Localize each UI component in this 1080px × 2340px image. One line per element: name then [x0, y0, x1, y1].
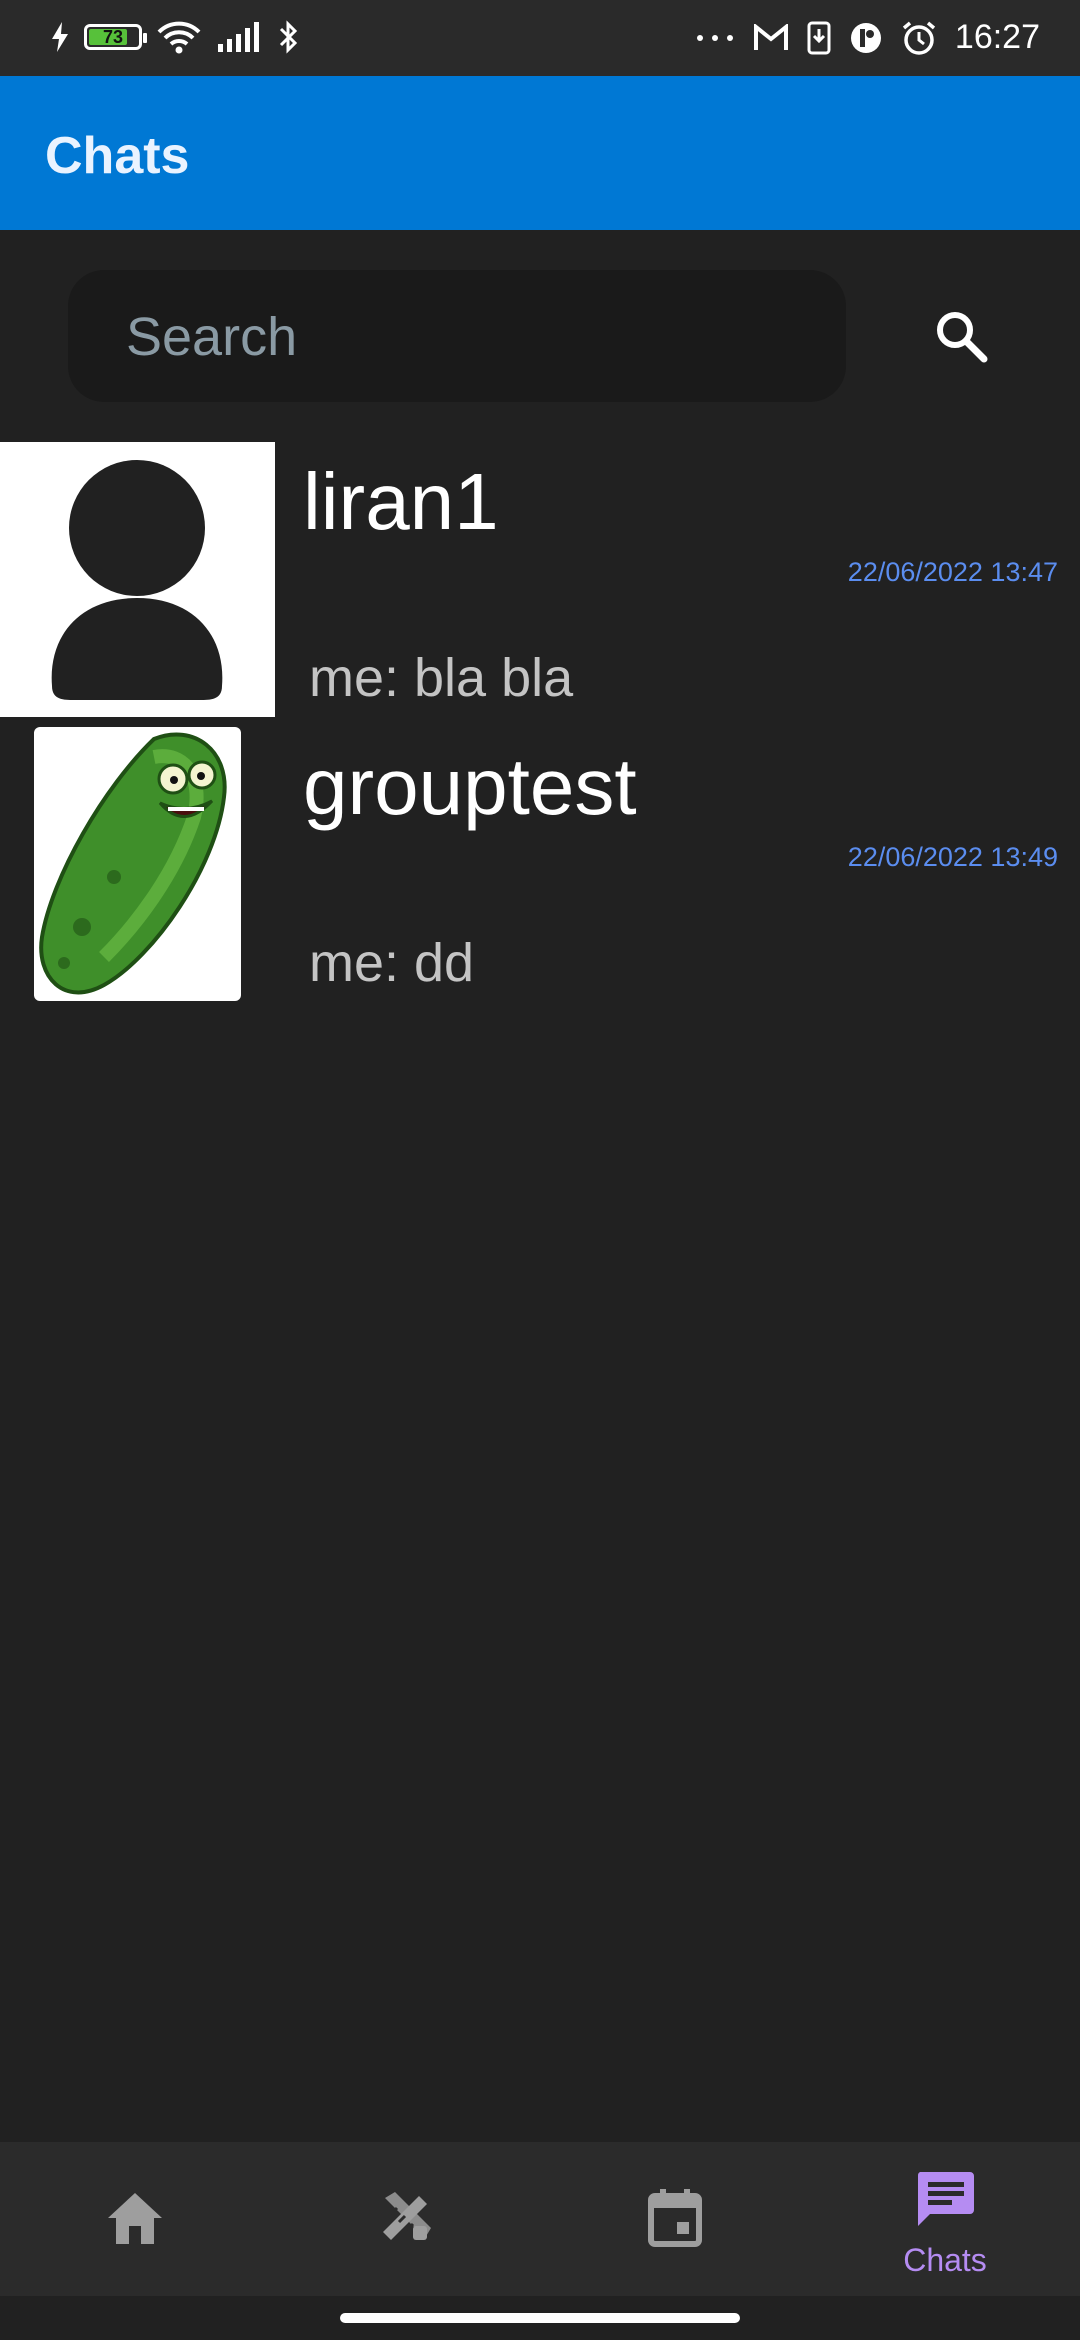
- bottom-nav: Chats: [0, 2142, 1080, 2296]
- avatar: [0, 442, 275, 717]
- home-icon: [108, 2193, 162, 2244]
- cellular-signal-icon: [218, 22, 259, 52]
- gmail-icon: [753, 23, 788, 50]
- chat-last-message: me: bla bla: [309, 648, 574, 708]
- app-bar: Chats: [0, 76, 1080, 230]
- chat-item-grouptest[interactable]: grouptest 22/06/2022 13:49 me: dd: [0, 727, 1080, 1013]
- chat-item-liran1[interactable]: liran1 22/06/2022 13:47 me: bla bla: [0, 442, 1080, 728]
- tools-icon: [383, 2192, 431, 2240]
- clock: 16:27: [954, 18, 1040, 56]
- search-box[interactable]: [68, 270, 846, 404]
- chat-name: liran1: [303, 457, 499, 546]
- page-title: Chats: [45, 127, 190, 185]
- status-left: 73: [50, 20, 300, 54]
- battery-level: 73: [102, 26, 124, 47]
- chat-timestamp: 22/06/2022 13:49: [847, 842, 1058, 872]
- more-dots-icon: [696, 34, 733, 41]
- chat-last-message: me: dd: [309, 933, 475, 993]
- nav-label-chats: Chats: [903, 2242, 987, 2278]
- status-bar: 73 16:27: [0, 0, 1080, 76]
- chat-timestamp: 22/06/2022 13:47: [847, 557, 1058, 587]
- search-input[interactable]: [124, 270, 808, 404]
- pickle-avatar-icon: [39, 732, 227, 995]
- bluetooth-icon: [279, 20, 298, 54]
- download-icon: [807, 21, 831, 54]
- chat-icon: [917, 2172, 974, 2226]
- nav-item-chats[interactable]: Chats: [810, 2142, 1080, 2296]
- nav-item-tools[interactable]: [270, 2142, 540, 2296]
- home-indicator[interactable]: [340, 2313, 740, 2323]
- nav-item-calendar[interactable]: [540, 2142, 810, 2296]
- nav-item-home[interactable]: [0, 2142, 270, 2296]
- search-icon[interactable]: [930, 305, 994, 369]
- avatar: [34, 727, 241, 1001]
- alarm-icon: [902, 21, 936, 55]
- calendar-icon: [648, 2189, 702, 2247]
- default-person-avatar-icon: [51, 454, 223, 700]
- wifi-icon: [157, 21, 201, 54]
- status-right: 16:27: [695, 18, 1040, 57]
- chat-name: grouptest: [303, 742, 637, 831]
- battery-icon: 73: [84, 24, 147, 50]
- app-notification-icon: [850, 22, 881, 53]
- charging-bolt-icon: [52, 22, 68, 52]
